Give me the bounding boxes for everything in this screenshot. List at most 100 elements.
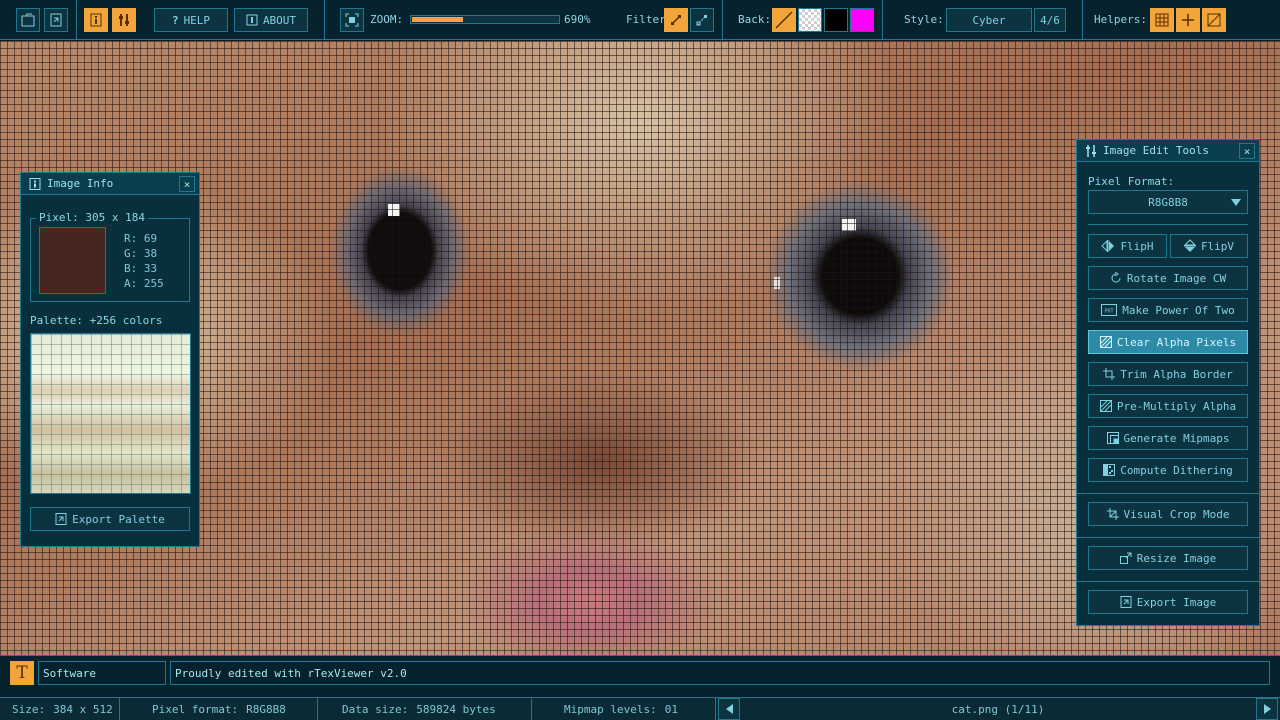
export-file-button[interactable] <box>44 8 68 32</box>
helper-crosshair-button[interactable] <box>1176 8 1200 32</box>
close-icon: × <box>1243 144 1251 158</box>
style-next-button[interactable]: 4/6 <box>1034 8 1066 32</box>
make-power-of-two-button[interactable]: POT Make Power Of Two <box>1088 298 1248 322</box>
flip-horizontal-icon <box>1101 240 1115 252</box>
trim-alpha-border-button[interactable]: Trim Alpha Border <box>1088 362 1248 386</box>
edit-tools-close-button[interactable]: × <box>1239 143 1255 159</box>
pot-icon: POT <box>1101 304 1118 316</box>
next-file-button[interactable] <box>1256 698 1278 720</box>
image-info-titlebar[interactable]: Image Info <box>21 173 199 195</box>
pixel-a-value: A: 255 <box>124 277 164 290</box>
export-palette-label: Export Palette <box>72 512 165 526</box>
back-color-black-swatch[interactable] <box>824 8 848 32</box>
style-label: Style: <box>904 13 944 26</box>
back-color-none-swatch[interactable] <box>772 8 796 32</box>
status-data-size: Data size: 589824 bytes <box>318 698 532 720</box>
status-size: Size: 384 x 512 <box>0 698 120 720</box>
metadata-key-field[interactable]: Software <box>38 661 166 685</box>
export-image-label: Export Image <box>1136 595 1217 609</box>
pre-multiply-alpha-button[interactable]: Pre-Multiply Alpha <box>1088 394 1248 418</box>
svg-text:POT: POT <box>1105 309 1114 315</box>
export-image-button[interactable]: Export Image <box>1088 590 1248 614</box>
help-label: HELP <box>183 13 211 27</box>
helper-grid-button[interactable] <box>1150 8 1174 32</box>
crop-icon <box>1106 508 1119 520</box>
style-selector[interactable]: Cyber <box>946 8 1032 32</box>
resize-icon <box>1119 552 1132 564</box>
export-file-icon <box>50 13 62 27</box>
format-value: R8G8B8 <box>246 702 286 716</box>
dithering-icon <box>1103 464 1116 476</box>
zoom-slider[interactable] <box>410 15 560 24</box>
visual-crop-mode-button[interactable]: Visual Crop Mode <box>1088 502 1248 526</box>
pixel-format-value: R8G8B8 <box>1148 195 1188 209</box>
open-file-button[interactable] <box>16 8 40 32</box>
palette-label: Palette: +256 colors <box>30 314 163 327</box>
helper-border-button[interactable] <box>1202 8 1226 32</box>
chevron-down-icon <box>1231 199 1241 206</box>
generate-mipmaps-button[interactable]: Generate Mipmaps <box>1088 426 1248 450</box>
filter-bilinear-button[interactable] <box>690 8 714 32</box>
resize-label: Resize Image <box>1136 551 1217 565</box>
palette-cells <box>31 334 190 493</box>
pixel-r-value: R: 69 <box>124 232 158 245</box>
compute-dithering-button[interactable]: Compute Dithering <box>1088 458 1248 482</box>
image-info-window: Image Info × Pixel: 305 x 184 R: 69 G: 3… <box>20 172 200 547</box>
resize-image-button[interactable]: Resize Image <box>1088 546 1248 570</box>
style-index: 4/6 <box>1040 13 1060 27</box>
export-palette-button[interactable]: Export Palette <box>30 507 190 531</box>
flip-v-label: FlipV <box>1200 239 1235 253</box>
premultiply-label: Pre-Multiply Alpha <box>1116 399 1237 413</box>
filter-point-button[interactable] <box>664 8 688 32</box>
zoom-fit-icon <box>345 13 359 27</box>
alpha-checker-icon <box>1099 336 1112 348</box>
trim-icon <box>1103 368 1116 380</box>
file-name: cat.png (1/11) <box>951 702 1045 716</box>
crop-label: Visual Crop Mode <box>1123 507 1230 521</box>
style-value: Cyber <box>972 13 1006 27</box>
metadata-key: Software <box>43 666 96 680</box>
info-icon <box>29 177 41 190</box>
edit-tools-titlebar[interactable]: Image Edit Tools <box>1077 140 1259 162</box>
palette-grid[interactable] <box>30 333 191 494</box>
text-chunk-icon[interactable]: T <box>10 661 34 685</box>
divider <box>1088 224 1248 225</box>
metadata-value: Proudly edited with rTexViewer v2.0 <box>175 666 407 680</box>
grid-icon <box>1155 13 1169 27</box>
filter-point-icon <box>671 15 681 25</box>
power-two-label: Make Power Of Two <box>1122 303 1235 317</box>
image-info-close-button[interactable]: × <box>179 176 195 192</box>
trim-alpha-label: Trim Alpha Border <box>1120 367 1233 381</box>
flip-h-button[interactable]: FlipH <box>1088 234 1167 258</box>
slash-icon <box>775 11 793 29</box>
back-color-checker-swatch[interactable] <box>798 8 822 32</box>
edit-tools-toggle-button[interactable] <box>112 8 136 32</box>
premultiply-icon <box>1099 400 1112 412</box>
mipmaps-icon <box>1106 432 1119 444</box>
format-label: Pixel format: <box>152 702 239 716</box>
status-mipmaps: Mipmap levels: 01 <box>532 698 716 720</box>
pixel-label: Pixel: 305 x 184 <box>36 211 148 224</box>
chevron-right-icon <box>1263 704 1271 714</box>
export-icon <box>55 513 67 525</box>
close-icon: × <box>183 177 191 191</box>
prev-file-button[interactable] <box>718 698 740 720</box>
zoom-fit-button[interactable] <box>340 8 364 32</box>
mipmap-label: Mipmap levels: <box>564 702 657 716</box>
pixel-format-dropdown[interactable]: R8G8B8 <box>1088 190 1248 214</box>
clear-alpha-pixels-button[interactable]: Clear Alpha Pixels <box>1088 330 1248 354</box>
about-button[interactable]: ABOUT <box>234 8 308 32</box>
back-color-magenta-swatch[interactable] <box>850 8 874 32</box>
export-icon <box>1120 596 1132 608</box>
image-info-toggle-button[interactable] <box>84 8 108 32</box>
current-file: cat.png (1/11) <box>740 698 1256 720</box>
divider <box>1077 493 1259 494</box>
rotate-icon <box>1111 272 1121 283</box>
rotate-image-button[interactable]: Rotate Image CW <box>1088 266 1248 290</box>
edit-tools-title: Image Edit Tools <box>1103 144 1209 157</box>
metadata-value-field[interactable]: Proudly edited with rTexViewer v2.0 <box>170 661 1270 685</box>
zoom-value: 690% <box>564 13 591 26</box>
flip-v-button[interactable]: FlipV <box>1170 234 1248 258</box>
help-button[interactable]: ? HELP <box>154 8 228 32</box>
crosshair-icon <box>1182 14 1194 26</box>
